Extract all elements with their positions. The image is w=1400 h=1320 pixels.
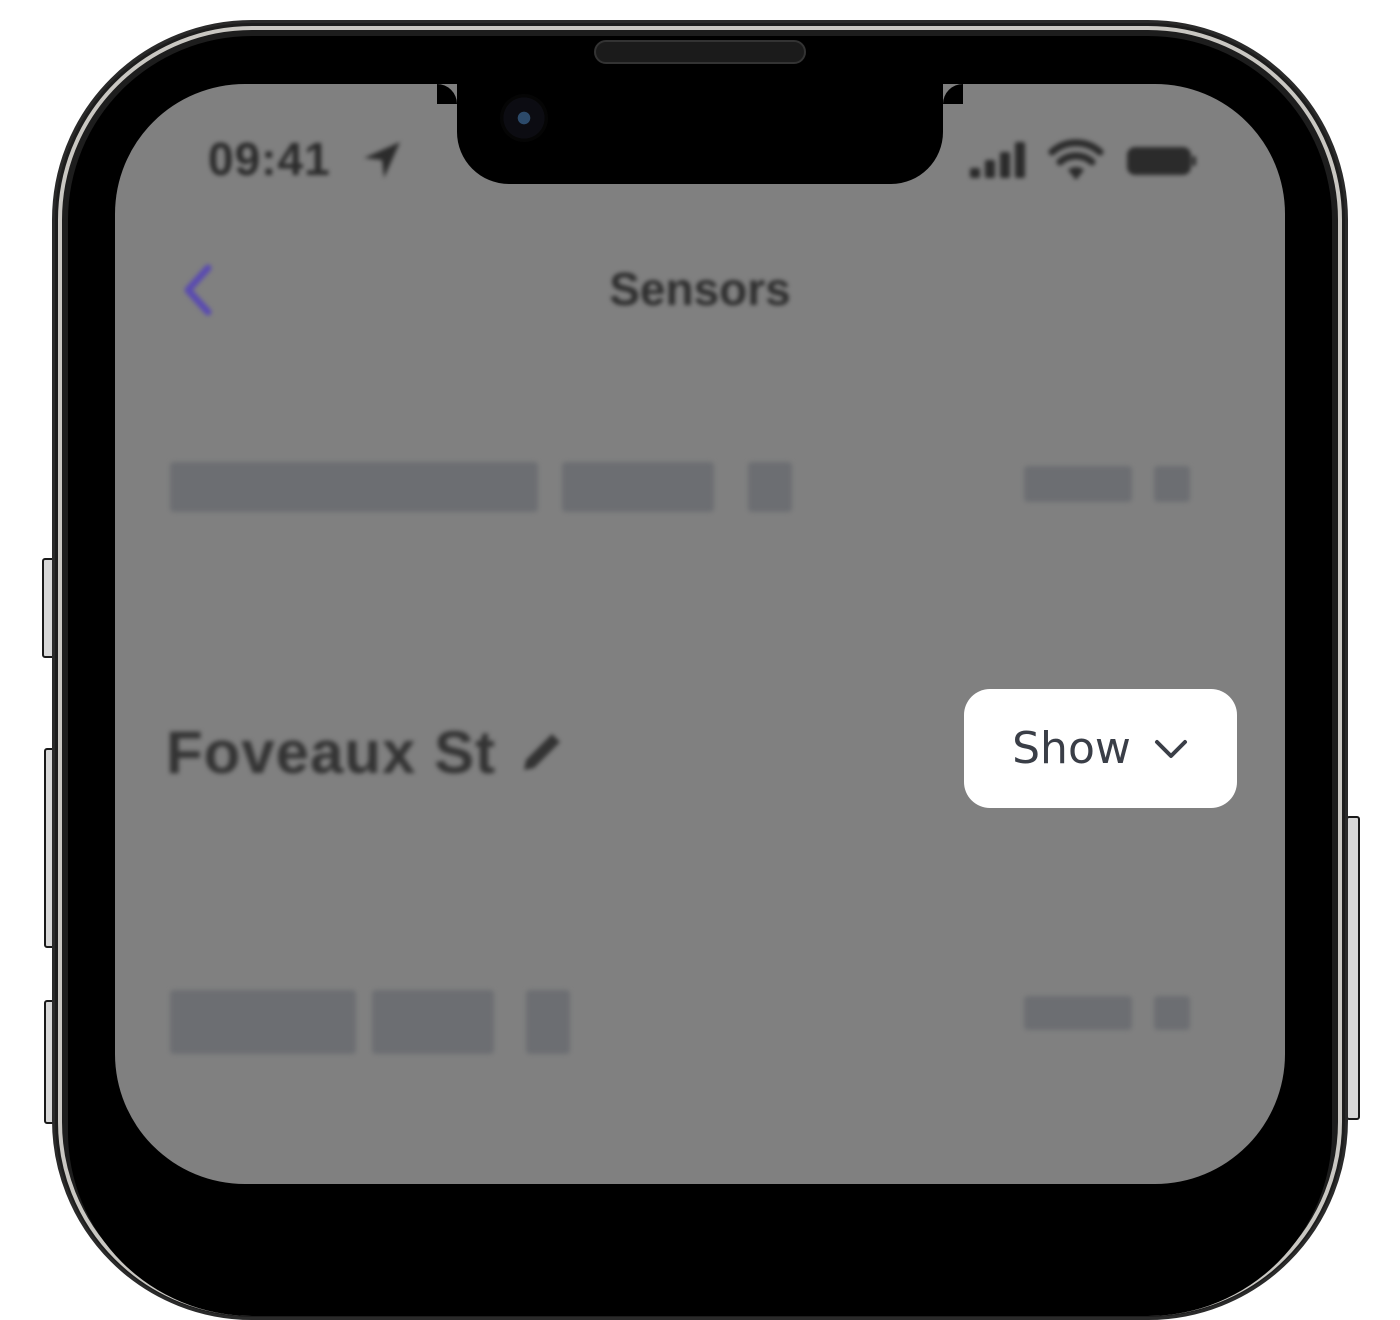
skeleton-placeholder	[1154, 466, 1190, 502]
front-camera	[500, 94, 548, 142]
show-dropdown-button[interactable]: Show	[964, 689, 1237, 808]
skeleton-placeholder	[1154, 996, 1190, 1030]
power-button	[1346, 816, 1360, 1120]
notch-corner-right	[943, 84, 963, 104]
skeleton-placeholder	[170, 990, 356, 1054]
skeleton-placeholder	[1024, 466, 1132, 502]
location-name: Foveaux St	[166, 719, 497, 786]
earpiece-speaker	[594, 40, 806, 64]
notch-corner-left	[437, 84, 457, 104]
skeleton-placeholder	[372, 990, 494, 1054]
battery-icon	[1127, 147, 1196, 175]
show-button-label: Show	[1012, 723, 1131, 774]
chevron-down-icon	[1154, 739, 1187, 758]
skeleton-placeholder	[562, 462, 714, 512]
skeleton-placeholder	[170, 462, 538, 512]
wifi-icon	[1048, 139, 1104, 180]
cellular-signal-icon	[970, 142, 1025, 178]
chevron-left-icon[interactable]	[178, 262, 218, 318]
skeleton-placeholder	[1024, 996, 1132, 1030]
skeleton-placeholder	[748, 462, 792, 512]
page-title: Sensors	[609, 263, 791, 315]
pencil-icon[interactable]	[516, 726, 568, 778]
status-time: 09:41	[208, 133, 331, 185]
skeleton-placeholder	[526, 990, 570, 1054]
location-arrow-icon	[364, 142, 400, 178]
